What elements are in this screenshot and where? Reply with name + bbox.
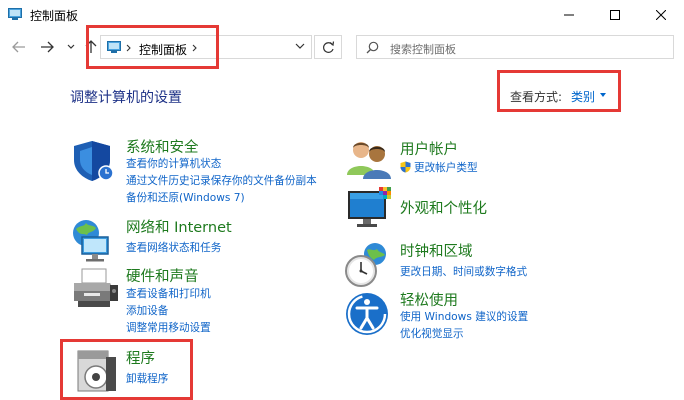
back-arrow-icon xyxy=(12,41,25,53)
refresh-button[interactable] xyxy=(314,35,342,59)
ease-of-access-icon xyxy=(346,293,388,335)
users-icon xyxy=(347,142,391,179)
link-view-network-status[interactable]: 查看网络状态和任务 xyxy=(126,240,221,255)
page-heading: 调整计算机的设置 xyxy=(70,90,182,106)
recent-locations-button[interactable] xyxy=(62,39,80,55)
caret-down-icon[interactable] xyxy=(600,93,606,97)
category-title-clock-region[interactable]: 时钟和区域 xyxy=(400,240,473,261)
category-title-user-accounts[interactable]: 用户帐户 xyxy=(400,138,458,159)
programs-icon xyxy=(77,350,116,392)
link-optimize-visual-display[interactable]: 优化视觉显示 xyxy=(400,326,464,341)
link-add-device[interactable]: 添加设备 xyxy=(126,303,168,318)
link-backup-restore[interactable]: 备份和还原(Windows 7) xyxy=(126,190,245,205)
link-mobility-settings[interactable]: 调整常用移动设置 xyxy=(126,320,211,335)
forward-button[interactable] xyxy=(38,39,56,55)
view-by-label: 查看方式: xyxy=(510,90,563,104)
maximize-icon xyxy=(610,10,620,20)
chevron-down-icon xyxy=(67,44,75,49)
close-button[interactable] xyxy=(638,0,684,30)
forward-arrow-icon xyxy=(41,41,54,53)
search-box[interactable]: 搜索控制面板 xyxy=(356,35,674,59)
control-panel-icon xyxy=(8,8,22,20)
address-dropdown-icon[interactable] xyxy=(295,42,305,50)
clock-globe-icon xyxy=(345,243,386,287)
minimize-icon xyxy=(564,14,574,16)
link-change-account-type[interactable]: 更改帐户类型 xyxy=(400,160,478,175)
link-recommended-settings[interactable]: 使用 Windows 建议的设置 xyxy=(400,309,528,324)
link-view-devices-printers[interactable]: 查看设备和打印机 xyxy=(126,286,211,301)
link-change-date-time-format[interactable]: 更改日期、时间或数字格式 xyxy=(400,264,527,279)
printer-icon xyxy=(74,268,118,307)
link-file-history-backup[interactable]: 通过文件历史记录保存你的文件备份副本 xyxy=(126,173,317,188)
category-title-network-internet[interactable]: 网络和 Internet xyxy=(126,216,232,237)
uac-shield-icon xyxy=(400,161,411,173)
minimize-button[interactable] xyxy=(546,0,592,30)
shield-icon xyxy=(74,141,114,181)
link-change-account-type-label[interactable]: 更改帐户类型 xyxy=(414,162,478,174)
monitor-icon xyxy=(348,187,391,227)
refresh-icon xyxy=(322,40,334,53)
maximize-button[interactable] xyxy=(592,0,638,30)
highlight-address xyxy=(86,25,219,69)
category-title-programs[interactable]: 程序 xyxy=(126,347,155,368)
close-icon xyxy=(656,10,666,20)
category-title-system-security[interactable]: 系统和安全 xyxy=(126,136,199,157)
link-uninstall-program[interactable]: 卸载程序 xyxy=(126,371,168,386)
search-input[interactable]: 搜索控制面板 xyxy=(390,41,456,57)
window-title: 控制面板 xyxy=(30,9,79,23)
network-globe-icon xyxy=(73,220,109,262)
search-icon xyxy=(366,41,379,54)
view-by-dropdown[interactable]: 类别 xyxy=(571,88,595,105)
category-title-appearance[interactable]: 外观和个性化 xyxy=(400,197,487,218)
category-title-ease-of-access[interactable]: 轻松使用 xyxy=(400,289,458,310)
back-button[interactable] xyxy=(10,39,28,55)
link-view-computer-status[interactable]: 查看你的计算机状态 xyxy=(126,156,221,171)
category-title-hardware-sound[interactable]: 硬件和声音 xyxy=(126,265,199,286)
